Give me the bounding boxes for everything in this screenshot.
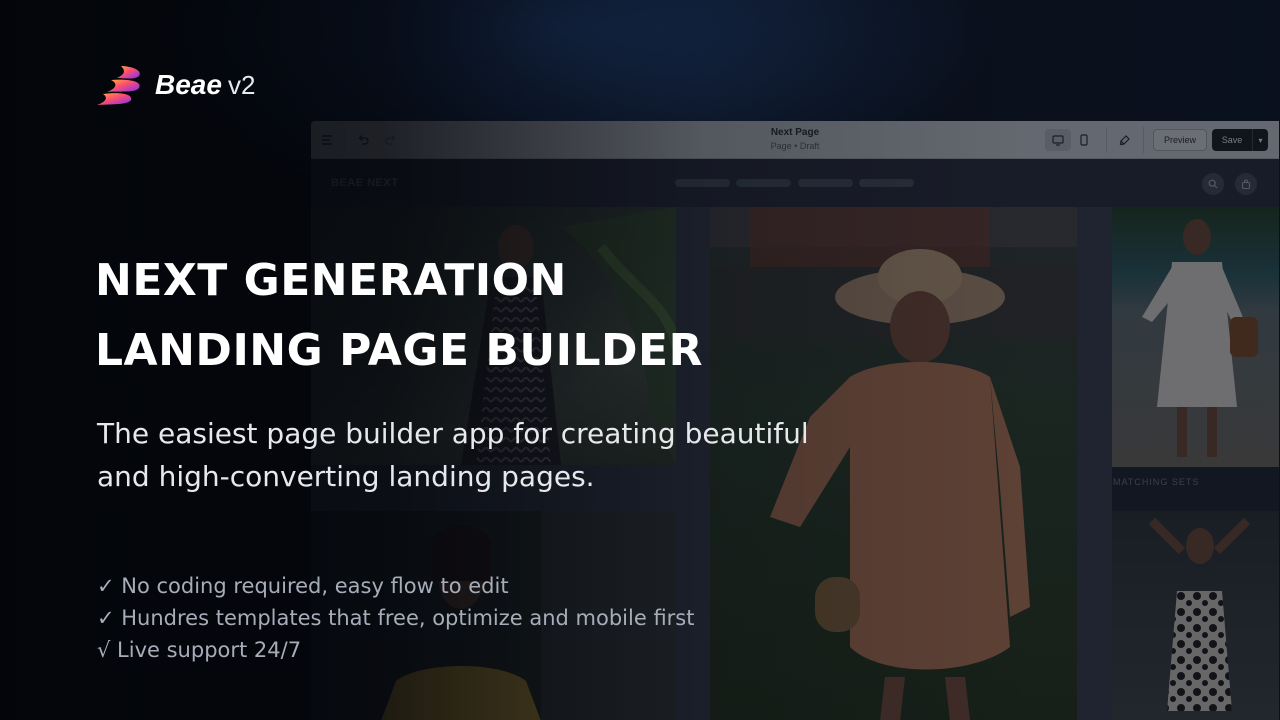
- device-switcher: [1045, 129, 1097, 151]
- brush-icon[interactable]: [1115, 130, 1135, 150]
- brand-name: Beae v2: [155, 69, 256, 100]
- feature-list: ✓ No coding required, easy flow to edit …: [97, 570, 695, 666]
- hero-headline: NEXT GENERATION LANDING PAGE BUILDER: [95, 246, 703, 386]
- subtitle-line-1: The easiest page builder app for creatin…: [97, 417, 809, 450]
- caption-matching-sets[interactable]: MATCHING SETS: [1113, 477, 1199, 487]
- toolbar-divider: [1143, 127, 1144, 153]
- nav-link-placeholder[interactable]: [798, 179, 853, 187]
- product-image-woman-patterned-swimsuit[interactable]: [1112, 511, 1279, 720]
- feature-item: √ Live support 24/7: [97, 638, 302, 662]
- feature-item: ✓ Hundres templates that free, optimize …: [97, 606, 695, 630]
- brand-logo[interactable]: Beae v2: [97, 64, 255, 106]
- chevron-down-icon[interactable]: ▾: [1252, 129, 1268, 151]
- store-brand[interactable]: BEAE NEXT: [331, 177, 398, 189]
- product-image-woman-white-dress[interactable]: [1112, 207, 1279, 467]
- feature-item: ✓ No coding required, easy flow to edit: [97, 574, 509, 598]
- mobile-icon[interactable]: [1071, 129, 1097, 151]
- nav-link-placeholder[interactable]: [675, 179, 730, 187]
- builder-toolbar: Next Page Page • Draft Preview Save ▾: [311, 121, 1279, 159]
- nav-link-placeholder[interactable]: [736, 179, 791, 187]
- save-label: Save: [1221, 135, 1243, 145]
- toolbar-divider: [1106, 127, 1107, 153]
- brand-version: v2: [227, 70, 256, 100]
- hero-subtitle: The easiest page builder app for creatin…: [97, 412, 897, 498]
- store-navbar: BEAE NEXT: [311, 159, 1279, 207]
- preview-button[interactable]: Preview: [1153, 129, 1207, 151]
- desktop-icon[interactable]: [1045, 129, 1071, 151]
- headline-line-1: NEXT GENERATION: [95, 255, 567, 306]
- gutter: [1077, 207, 1112, 720]
- subtitle-line-2: and high-converting landing pages.: [97, 460, 595, 493]
- nav-link-placeholder[interactable]: [859, 179, 914, 187]
- bag-icon[interactable]: [1235, 173, 1257, 195]
- beae-flame-logo: [97, 66, 140, 105]
- headline-line-2: LANDING PAGE BUILDER: [95, 325, 703, 376]
- search-icon[interactable]: [1202, 173, 1224, 195]
- save-button[interactable]: Save ▾: [1212, 129, 1268, 151]
